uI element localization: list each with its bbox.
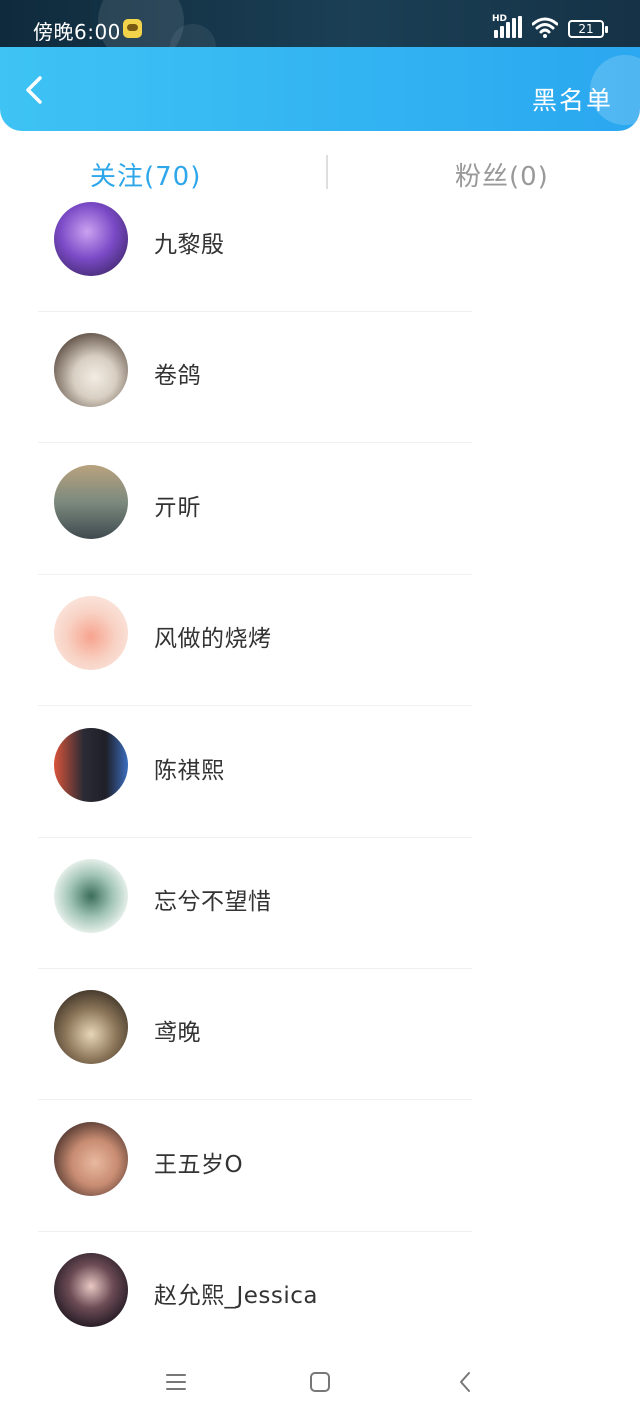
signal-icon: HD (492, 14, 522, 38)
status-time: 傍晚6:00 (33, 20, 121, 44)
list-item[interactable]: 亓昕 (0, 461, 640, 592)
row-divider (38, 311, 472, 312)
header-bar: 黑名单 (0, 47, 640, 131)
row-divider (38, 442, 472, 444)
tab-divider (326, 155, 328, 189)
home-icon[interactable] (308, 1370, 332, 1394)
list-item[interactable]: 忘兮不望惜 (0, 855, 640, 986)
battery-icon: 21 (568, 20, 608, 38)
row-divider (38, 1099, 472, 1101)
row-divider (38, 573, 472, 575)
list-item[interactable]: 陈祺熙 (0, 724, 640, 855)
avatar[interactable] (54, 202, 128, 276)
user-name: 赵允熙_Jessica (154, 1283, 319, 1310)
avatar[interactable] (54, 858, 128, 933)
row-divider (38, 836, 472, 838)
blacklist-button[interactable]: 黑名单 (532, 81, 613, 117)
network-type-label: HD (492, 14, 508, 24)
avatar[interactable] (54, 990, 128, 1065)
user-name: 亓昕 (154, 494, 201, 521)
row-divider (38, 967, 472, 969)
user-name: 鸢晚 (154, 1020, 201, 1047)
tab-following[interactable]: 关注(70) (90, 156, 201, 193)
user-name: 忘兮不望惜 (154, 888, 272, 915)
avatar[interactable] (54, 464, 128, 539)
row-divider (38, 705, 472, 707)
avatar[interactable] (54, 1253, 128, 1328)
user-name: 风做的烧烤 (154, 626, 272, 653)
user-name: 陈祺熙 (154, 757, 225, 784)
list-item[interactable]: 鸢晚 (0, 986, 640, 1117)
battery-level: 21 (578, 22, 594, 36)
avatar[interactable] (54, 596, 128, 671)
avatar[interactable] (54, 727, 128, 802)
menu-icon[interactable] (164, 1370, 188, 1394)
system-nav-bar (0, 1350, 640, 1422)
back-nav-icon[interactable] (454, 1370, 478, 1394)
user-name: 卷鸽 (154, 363, 201, 390)
follow-tabs: 关注(70) 粉丝(0) (0, 150, 640, 200)
wifi-icon (532, 17, 558, 38)
tab-fans[interactable]: 粉丝(0) (455, 156, 549, 193)
user-name: 王五岁O (154, 1151, 244, 1178)
back-icon[interactable] (18, 73, 52, 107)
list-item[interactable]: 王五岁O (0, 1118, 640, 1249)
list-item[interactable]: 风做的烧烤 (0, 592, 640, 723)
user-name: 九黎殷 (154, 232, 225, 258)
status-bar: 傍晚6:00 HD 21 (0, 0, 640, 48)
chat-notification-icon (123, 19, 142, 38)
avatar[interactable] (54, 1121, 128, 1196)
row-divider (38, 1230, 472, 1232)
avatar[interactable] (54, 333, 128, 408)
user-list: 九黎殷 卷鸽 亓昕 风做的烧烤 陈祺熙 忘兮不望惜 鸢晚 王五岁O 赵允熙_Je (0, 198, 640, 1381)
list-item[interactable]: 九黎殷 (0, 198, 640, 329)
list-item[interactable]: 卷鸽 (0, 329, 640, 460)
